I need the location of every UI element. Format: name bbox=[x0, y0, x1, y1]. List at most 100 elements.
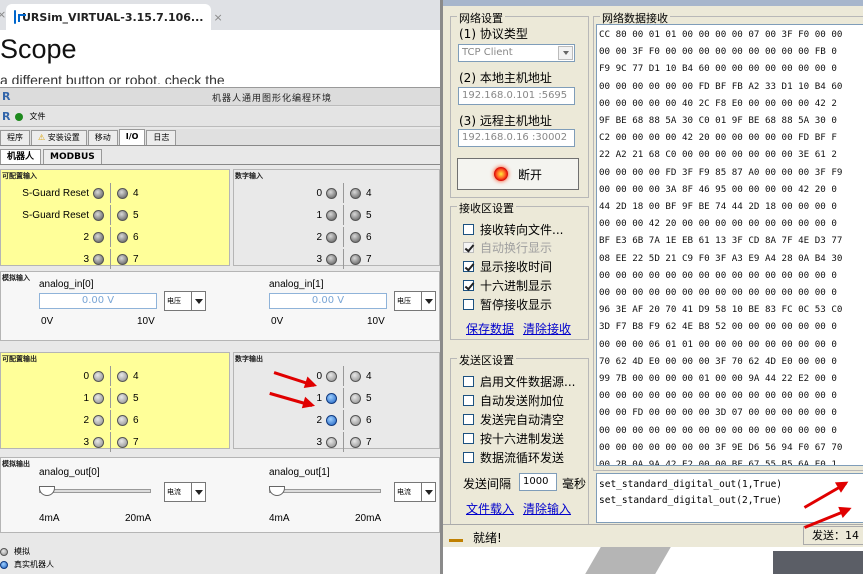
ursim-title: 机器人通用图形化编程环境 bbox=[212, 94, 333, 104]
protocol-select[interactable]: TCP Client bbox=[458, 44, 575, 62]
analog-out0-slider[interactable] bbox=[39, 489, 151, 493]
analog-out0-min: 4mA bbox=[39, 513, 60, 524]
config-output-row[interactable]: 04 bbox=[1, 366, 147, 386]
output-toggle-icon[interactable] bbox=[326, 370, 337, 382]
input-led-icon bbox=[117, 187, 128, 199]
clear-input-link[interactable]: 清除输入 bbox=[523, 500, 571, 517]
subtab-robot[interactable]: 机器人 bbox=[0, 149, 42, 164]
output-on-indicator-icon[interactable] bbox=[326, 414, 337, 426]
output-toggle-icon[interactable] bbox=[117, 370, 128, 382]
output-on-indicator-icon[interactable] bbox=[326, 392, 337, 404]
mode-sim-option[interactable]: 模拟 bbox=[0, 545, 150, 558]
ursim-sub-tabs: 机器人 MODBUS bbox=[0, 148, 440, 165]
divider bbox=[110, 227, 111, 247]
digital-output-row[interactable]: 26 bbox=[234, 410, 380, 430]
analog-input-title: 模拟输入 bbox=[2, 274, 30, 282]
config-input-label: S-Guard Reset bbox=[22, 209, 89, 221]
hex-line: 00 00 00 00 00 00 00 00 00 00 00 00 00 0… bbox=[599, 390, 837, 402]
send-opt-checkbox[interactable]: 发送完自动清空 bbox=[463, 411, 564, 428]
send-opt-checkbox[interactable]: 自动发送附加位 bbox=[463, 392, 564, 409]
output-toggle-icon[interactable] bbox=[350, 370, 361, 382]
file-menu[interactable]: 文件 bbox=[29, 111, 45, 122]
checkbox-icon[interactable] bbox=[463, 376, 474, 387]
save-data-link[interactable]: 保存数据 bbox=[466, 320, 514, 337]
analog-out1-mode-select[interactable]: 电流 bbox=[394, 482, 436, 502]
hex-line: 70 62 4D E0 00 00 00 3F 70 62 4D E0 00 0… bbox=[599, 355, 837, 367]
hex-display-checkbox[interactable]: 十六进制显示 bbox=[463, 277, 552, 294]
subtab-modbus[interactable]: MODBUS bbox=[43, 149, 102, 164]
input-led-icon bbox=[117, 253, 128, 265]
output-toggle-icon[interactable] bbox=[93, 370, 104, 382]
analog-out1-slider[interactable] bbox=[269, 489, 381, 493]
analog-out1-slider-handle[interactable] bbox=[269, 486, 285, 496]
recv-to-file-checkbox[interactable]: 接收转向文件... bbox=[463, 221, 563, 238]
output-toggle-icon[interactable] bbox=[117, 392, 128, 404]
tab-move[interactable]: 移动 bbox=[87, 130, 118, 145]
status-icon bbox=[449, 530, 463, 542]
send-opt-checkbox[interactable]: 数据流循环发送 bbox=[463, 449, 564, 466]
hex-line: 00 00 00 00 00 00 00 3F 9E D6 56 94 F0 6… bbox=[599, 441, 843, 453]
checkbox-icon[interactable] bbox=[463, 433, 474, 444]
output-toggle-icon[interactable] bbox=[93, 436, 104, 448]
warning-icon: ⚠ bbox=[38, 133, 46, 142]
tab-close-icon[interactable]: × bbox=[213, 11, 222, 24]
output-toggle-icon[interactable] bbox=[350, 392, 361, 404]
output-toggle-icon[interactable] bbox=[350, 414, 361, 426]
send-opt-checkbox[interactable]: 启用文件数据源... bbox=[463, 373, 575, 390]
show-time-checkbox[interactable]: 显示接收时间 bbox=[463, 258, 552, 275]
output-toggle-icon[interactable] bbox=[326, 436, 337, 448]
input-led-icon bbox=[117, 231, 128, 243]
local-host-input[interactable]: 192.168.0.101 :5695 bbox=[458, 87, 575, 105]
io-number: 6 bbox=[366, 231, 372, 243]
config-output-row[interactable]: 15 bbox=[1, 388, 147, 408]
tab-log[interactable]: 日志 bbox=[146, 130, 177, 145]
checkbox-icon[interactable] bbox=[463, 224, 474, 235]
checkbox-icon[interactable] bbox=[463, 452, 474, 463]
output-toggle-icon[interactable] bbox=[117, 414, 128, 426]
mode-selector: 模拟 真实机器人 bbox=[0, 545, 150, 571]
pause-recv-checkbox[interactable]: 暂停接收显示 bbox=[463, 296, 552, 313]
analog-out0-slider-handle[interactable] bbox=[39, 486, 55, 496]
io-number: 6 bbox=[133, 414, 139, 426]
checkbox-icon[interactable] bbox=[463, 280, 474, 291]
digital-output-row[interactable]: 37 bbox=[234, 432, 380, 452]
hex-line: BF E3 6B 7A 1E EB 61 13 3F CD 8A 7F 4E D… bbox=[599, 235, 843, 247]
divider bbox=[110, 205, 111, 225]
checkbox-icon[interactable] bbox=[463, 261, 474, 272]
analog-in1-mode-select[interactable]: 电压 bbox=[394, 291, 436, 311]
send-opt-label: 按十六进制发送 bbox=[480, 432, 565, 446]
checkbox-icon[interactable] bbox=[463, 395, 474, 406]
tab-io[interactable]: I/O bbox=[118, 129, 146, 145]
disconnect-button[interactable]: 断开 bbox=[457, 158, 579, 190]
recv-data-area[interactable]: CC 80 00 01 01 00 00 00 00 07 00 3F F0 0… bbox=[596, 24, 863, 466]
checkbox-icon[interactable] bbox=[463, 299, 474, 310]
analog-out0-mode-select[interactable]: 电流 bbox=[164, 482, 206, 502]
protocol-value: TCP Client bbox=[462, 47, 513, 58]
radio-icon[interactable] bbox=[0, 560, 8, 569]
file-load-link[interactable]: 文件载入 bbox=[466, 500, 514, 517]
input-led-icon bbox=[93, 187, 104, 199]
page-subtext: a different button or robot, check the bbox=[0, 72, 225, 84]
analog-out1-min: 4mA bbox=[269, 513, 290, 524]
radio-icon[interactable] bbox=[0, 547, 8, 556]
chevron-down-icon bbox=[558, 46, 573, 60]
config-output-row[interactable]: 26 bbox=[1, 410, 147, 430]
output-toggle-icon[interactable] bbox=[117, 436, 128, 448]
output-toggle-icon[interactable] bbox=[350, 436, 361, 448]
divider bbox=[343, 205, 344, 225]
remote-host-input[interactable]: 192.168.0.16 :30002 bbox=[458, 129, 575, 147]
output-toggle-icon[interactable] bbox=[93, 392, 104, 404]
tab-installation[interactable]: ⚠ 安装设置 bbox=[31, 130, 87, 145]
interval-input[interactable]: 1000 bbox=[519, 473, 557, 491]
output-toggle-icon[interactable] bbox=[93, 414, 104, 426]
browser-tab[interactable]: URSim_VIRTUAL-3.15.7.106... × bbox=[6, 4, 223, 30]
tab-program[interactable]: 程序 bbox=[0, 130, 30, 145]
send-opt-checkbox[interactable]: 按十六进制发送 bbox=[463, 430, 564, 447]
divider bbox=[343, 249, 344, 269]
clear-recv-link[interactable]: 清除接收 bbox=[523, 320, 571, 337]
config-output-row[interactable]: 37 bbox=[1, 432, 147, 452]
mode-real-option[interactable]: 真实机器人 bbox=[0, 558, 150, 571]
digital-input-row: 26 bbox=[234, 227, 380, 247]
analog-in0-mode-select[interactable]: 电压 bbox=[164, 291, 206, 311]
checkbox-icon[interactable] bbox=[463, 414, 474, 425]
